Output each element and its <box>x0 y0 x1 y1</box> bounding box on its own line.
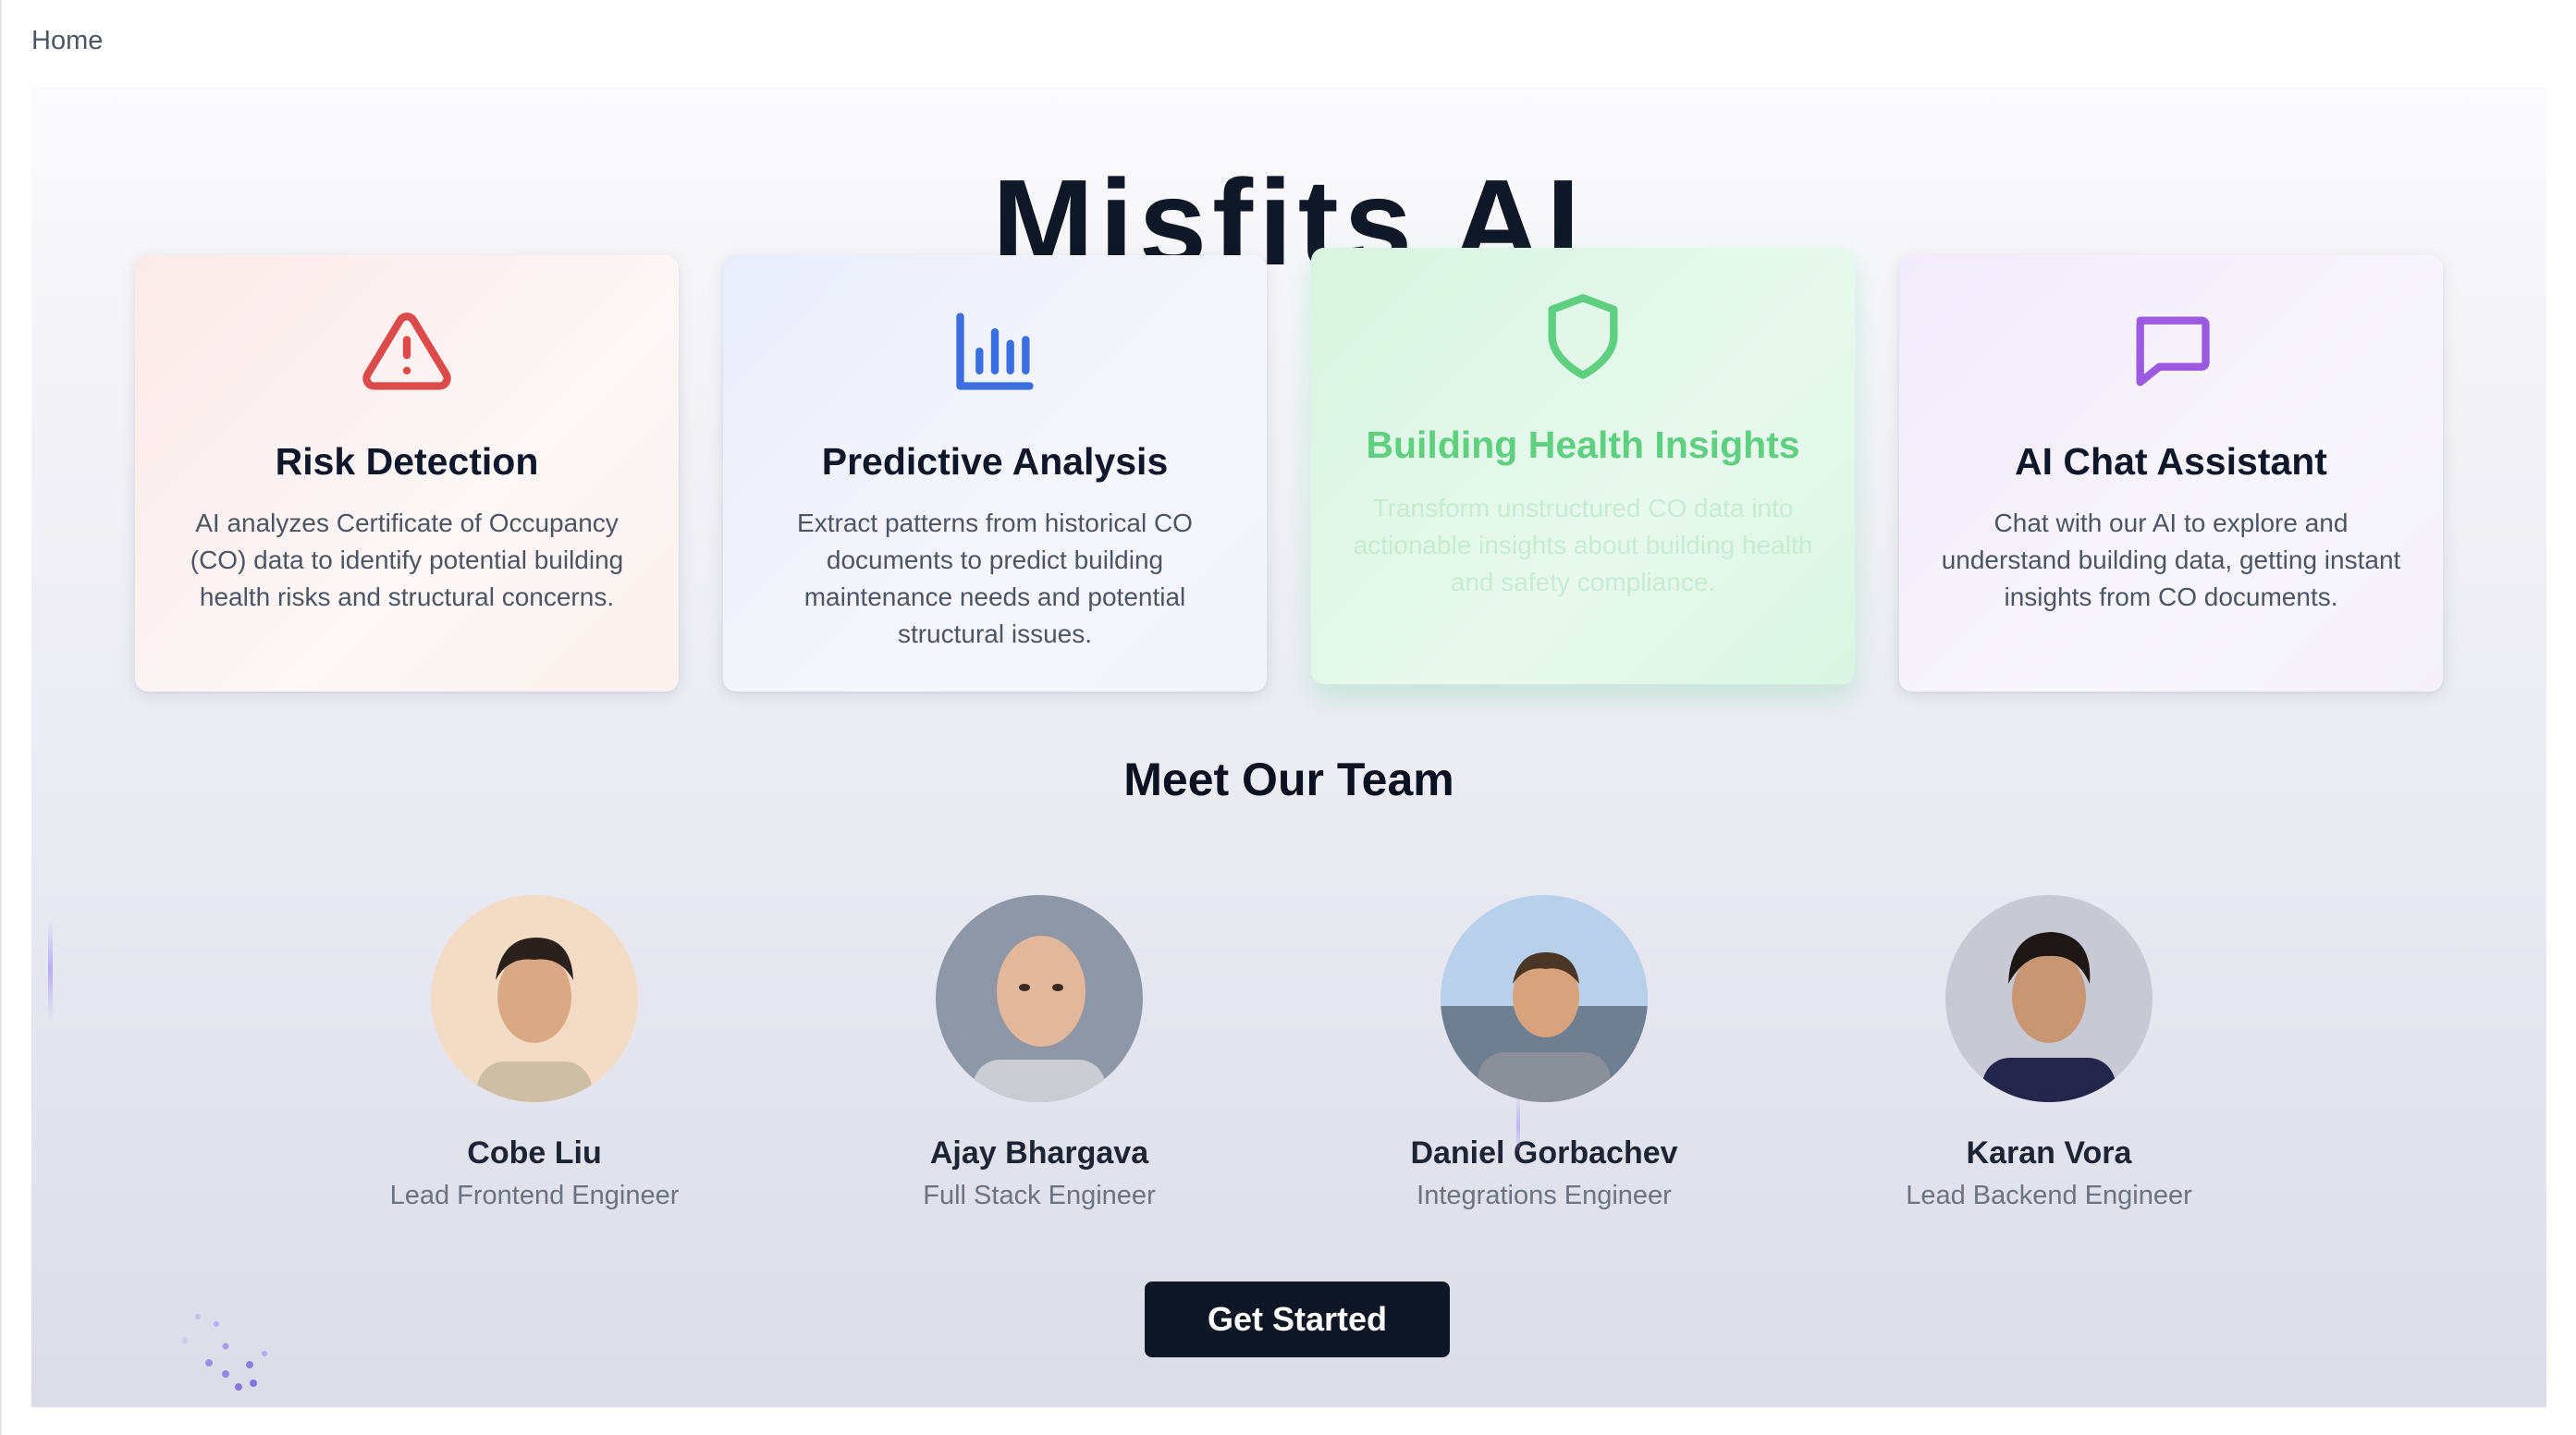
team-member: Ajay Bhargava Full Stack Engineer <box>845 895 1233 1211</box>
home-link[interactable]: Home <box>31 26 103 56</box>
feature-card-risk-detection[interactable]: Risk Detection AI analyzes Certificate o… <box>135 255 679 692</box>
avatar <box>1441 895 1648 1102</box>
avatar <box>936 895 1143 1102</box>
shield-icon <box>1548 294 1618 379</box>
decorative-glow-line <box>48 919 53 1021</box>
feature-title: Predictive Analysis <box>821 440 1169 483</box>
avatar <box>1945 895 2153 1102</box>
get-started-button[interactable]: Get Started <box>1145 1282 1450 1357</box>
feature-card-building-health-insights[interactable]: Building Health Insights Transform unstr… <box>1311 248 1855 684</box>
decorative-particles <box>182 1314 267 1391</box>
member-role: Full Stack Engineer <box>923 1181 1156 1210</box>
feature-description: Chat with our AI to explore and understa… <box>1941 509 2401 611</box>
member-name: Cobe Liu <box>467 1135 602 1171</box>
member-name: Karan Vora <box>1966 1135 2132 1171</box>
feature-card-ai-chat-assistant[interactable]: AI Chat Assistant Chat with our AI to ex… <box>1899 255 2443 692</box>
avatar <box>431 895 638 1102</box>
chat-bubble-icon <box>2136 316 2210 386</box>
feature-title: Building Health Insights <box>1366 423 1800 466</box>
feature-description: Transform unstructured CO data into acti… <box>1353 494 1813 596</box>
feature-description: Extract patterns from historical CO docu… <box>797 509 1193 648</box>
team-heading: Meet Our Team <box>1123 754 1454 805</box>
team-member: Karan Vora Lead Backend Engineer <box>1855 895 2243 1211</box>
member-role: Integrations Engineer <box>1417 1181 1672 1210</box>
feature-title: Risk Detection <box>275 440 539 483</box>
feature-card-predictive-analysis[interactable]: Predictive Analysis Extract patterns fro… <box>723 255 1267 692</box>
warning-triangle-icon <box>362 313 451 390</box>
decorative-glow-line <box>1516 1095 1520 1156</box>
feature-description: AI analyzes Certificate of Occupancy (CO… <box>190 509 624 611</box>
page-left-border <box>0 0 2 1435</box>
bar-chart-icon <box>956 313 1034 390</box>
member-name: Ajay Bhargava <box>929 1135 1149 1171</box>
member-role: Lead Backend Engineer <box>1906 1181 2192 1210</box>
feature-title: AI Chat Assistant <box>2015 440 2327 483</box>
hero-section: Misfits AI Risk Detection AI analyzes Ce… <box>31 87 2546 1407</box>
member-name: Daniel Gorbachev <box>1410 1135 1678 1171</box>
member-role: Lead Frontend Engineer <box>389 1181 680 1210</box>
team-member: Cobe Liu Lead Frontend Engineer <box>340 895 729 1211</box>
team-member: Daniel Gorbachev Integrations Engineer <box>1350 895 1738 1211</box>
